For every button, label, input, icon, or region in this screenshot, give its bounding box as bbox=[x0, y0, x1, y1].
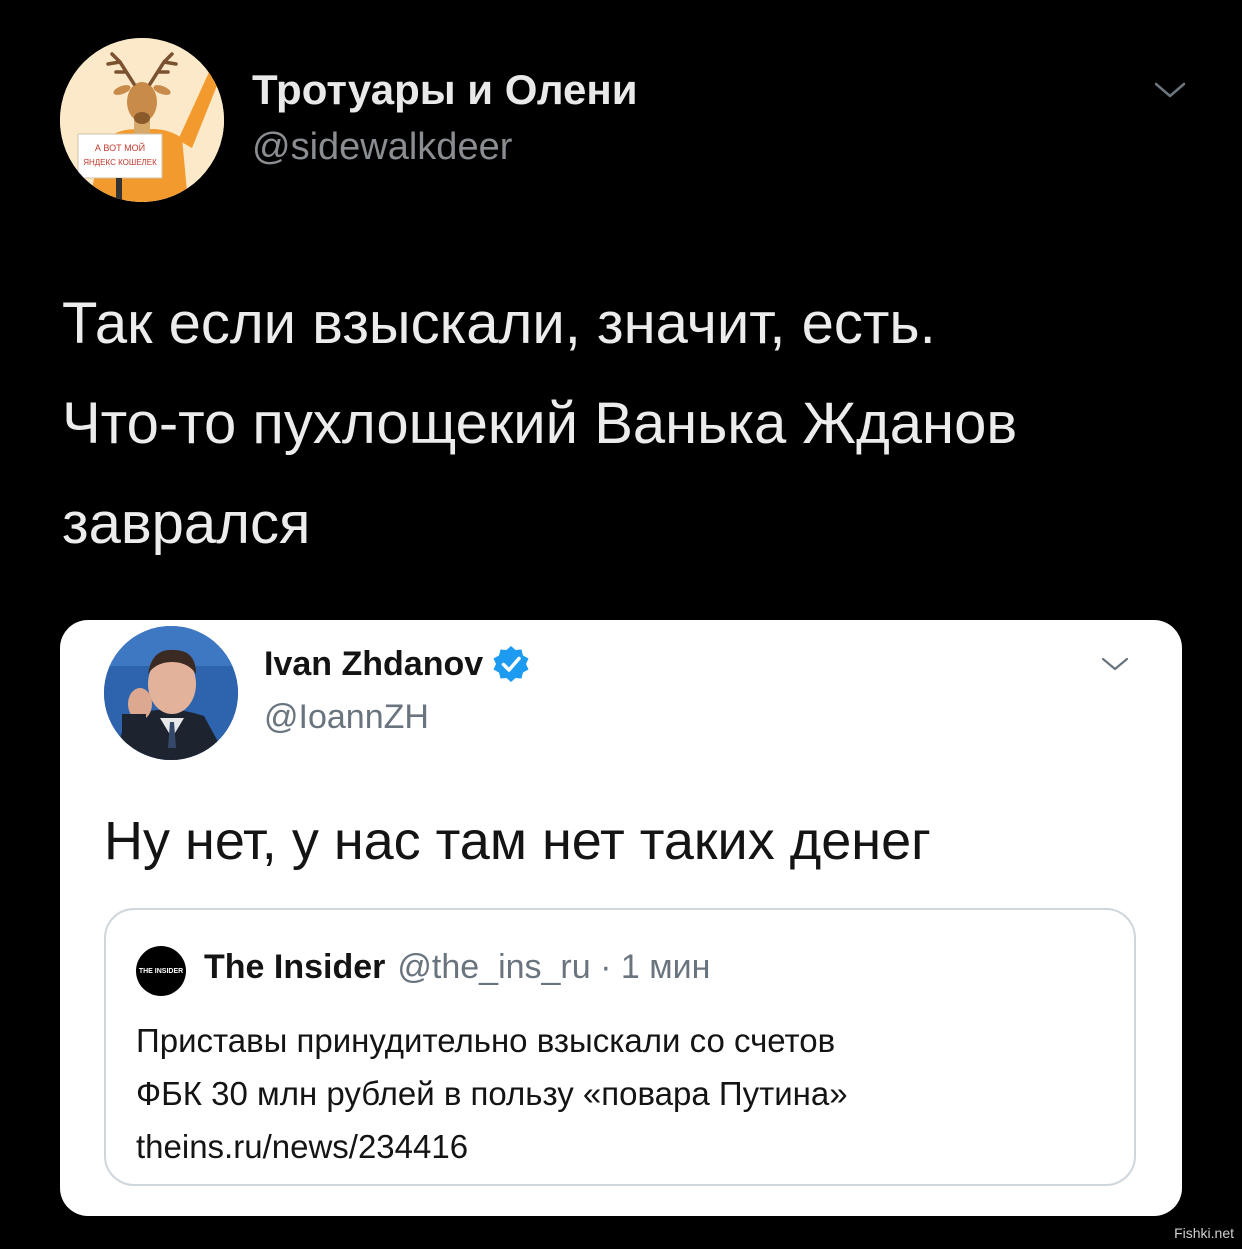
author-avatar[interactable]: А ВОТ МОЙ ЯНДЕКС КОШЕЛЕК bbox=[60, 38, 224, 202]
quoted-author-name[interactable]: The Insider bbox=[204, 948, 385, 986]
verified-badge-icon bbox=[493, 646, 529, 682]
quoted-text-line: ФБК 30 млн рублей в пользу «повара Путин… bbox=[136, 1075, 848, 1112]
embedded-author-avatar[interactable] bbox=[104, 626, 238, 760]
author-name[interactable]: Тротуары и Олени bbox=[252, 66, 638, 114]
embedded-tweet-text: Ну нет, у нас там нет таких денег bbox=[104, 811, 931, 871]
embedded-author-handle[interactable]: @IoannZH bbox=[264, 698, 429, 737]
person-photo-avatar bbox=[104, 626, 238, 760]
quoted-tweet[interactable]: THE INSIDER The Insider @the_ins_ru · 1 м… bbox=[104, 908, 1136, 1186]
tweet-text-line: заврался bbox=[62, 491, 311, 556]
quoted-tweet-text: Приставы принудительно взыскали со счето… bbox=[136, 1014, 848, 1173]
chevron-down-icon[interactable] bbox=[1100, 654, 1130, 674]
quoted-tweet-header: The Insider @the_ins_ru · 1 мин bbox=[204, 948, 710, 987]
quoted-text-line: Приставы принудительно взыскали со счето… bbox=[136, 1022, 836, 1059]
watermark: Fishki.net bbox=[1174, 1225, 1234, 1241]
tweet-text: Так если взыскали, значит, есть. Что-то … bbox=[62, 274, 1192, 574]
chevron-down-icon[interactable] bbox=[1152, 78, 1188, 102]
tweet-screenshot: А ВОТ МОЙ ЯНДЕКС КОШЕЛЕК Тротуары и Олен… bbox=[0, 0, 1242, 1249]
avatar-sign-text-2: ЯНДЕКС КОШЕЛЕК bbox=[83, 158, 157, 167]
tweet-text-line: Так если взыскали, значит, есть. bbox=[62, 291, 936, 356]
author-handle[interactable]: @sidewalkdeer bbox=[252, 126, 512, 169]
quoted-link[interactable]: theins.ru/news/234416 bbox=[136, 1120, 848, 1173]
embedded-author-name-text: Ivan Zhdanov bbox=[264, 644, 484, 683]
tweet-text-line: Что-то пухлощекий Ванька Жданов bbox=[62, 391, 1018, 456]
deer-avatar-illustration: А ВОТ МОЙ ЯНДЕКС КОШЕЛЕК bbox=[60, 38, 224, 202]
embedded-author-name[interactable]: Ivan Zhdanov bbox=[264, 644, 531, 684]
the-insider-logo-icon: THE INSIDER bbox=[136, 946, 186, 996]
quoted-author-meta: @the_ins_ru · 1 мин bbox=[397, 948, 711, 986]
avatar-sign-text-1: А ВОТ МОЙ bbox=[95, 142, 145, 153]
embedded-tweet-card[interactable]: Ivan Zhdanov @IoannZH Ну нет, у нас там … bbox=[60, 620, 1182, 1216]
